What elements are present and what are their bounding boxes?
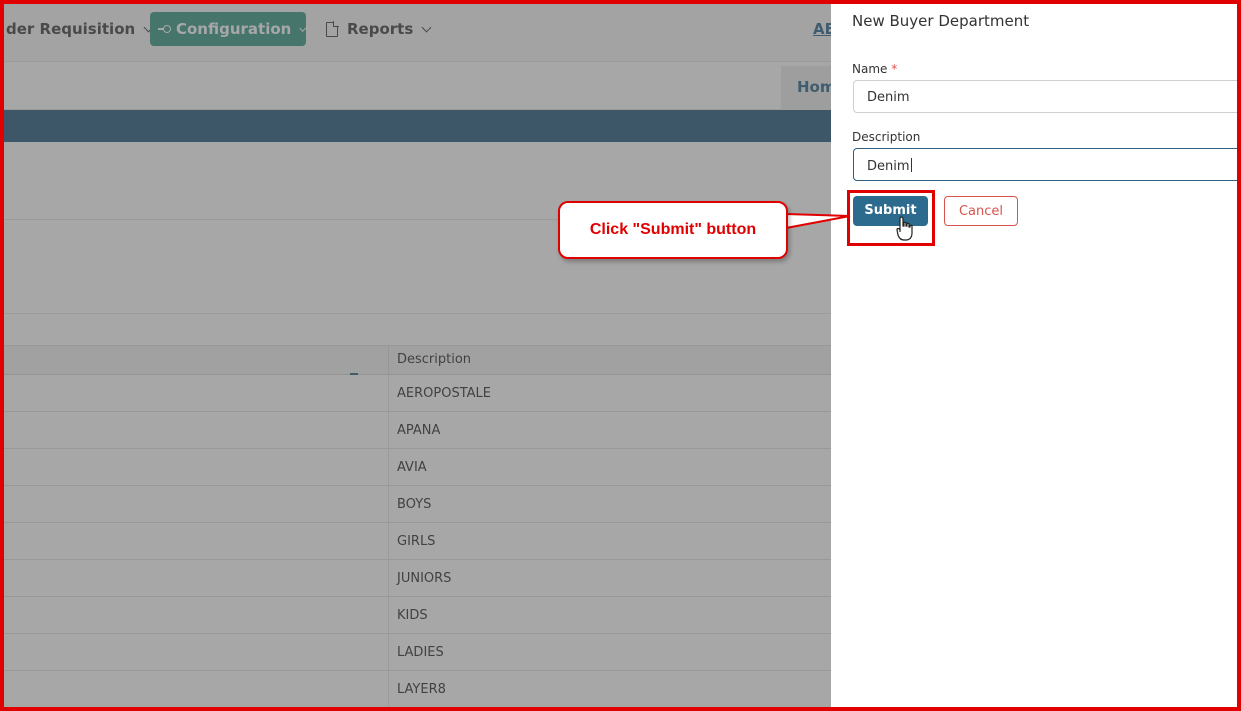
name-field[interactable]: Denim	[853, 80, 1241, 113]
name-field-value: Denim	[867, 90, 910, 105]
cancel-button[interactable]: Cancel	[944, 196, 1018, 226]
name-label: Name	[852, 62, 888, 76]
description-label: Description	[852, 130, 921, 144]
panel-title: New Buyer Department	[852, 12, 1030, 30]
text-caret	[910, 158, 912, 172]
description-field-value: Denim	[867, 159, 910, 174]
submit-highlight-box	[847, 190, 935, 246]
callout-text: Click "Submit" button	[589, 221, 757, 238]
name-label-wrap: Name *	[852, 62, 897, 76]
instruction-callout: Click "Submit" button	[558, 201, 788, 259]
new-buyer-department-panel: New Buyer Department Name * Denim Descri…	[831, 0, 1241, 711]
description-field[interactable]: Denim	[853, 148, 1241, 181]
modal-overlay[interactable]	[0, 0, 831, 711]
required-mark: *	[891, 62, 898, 76]
